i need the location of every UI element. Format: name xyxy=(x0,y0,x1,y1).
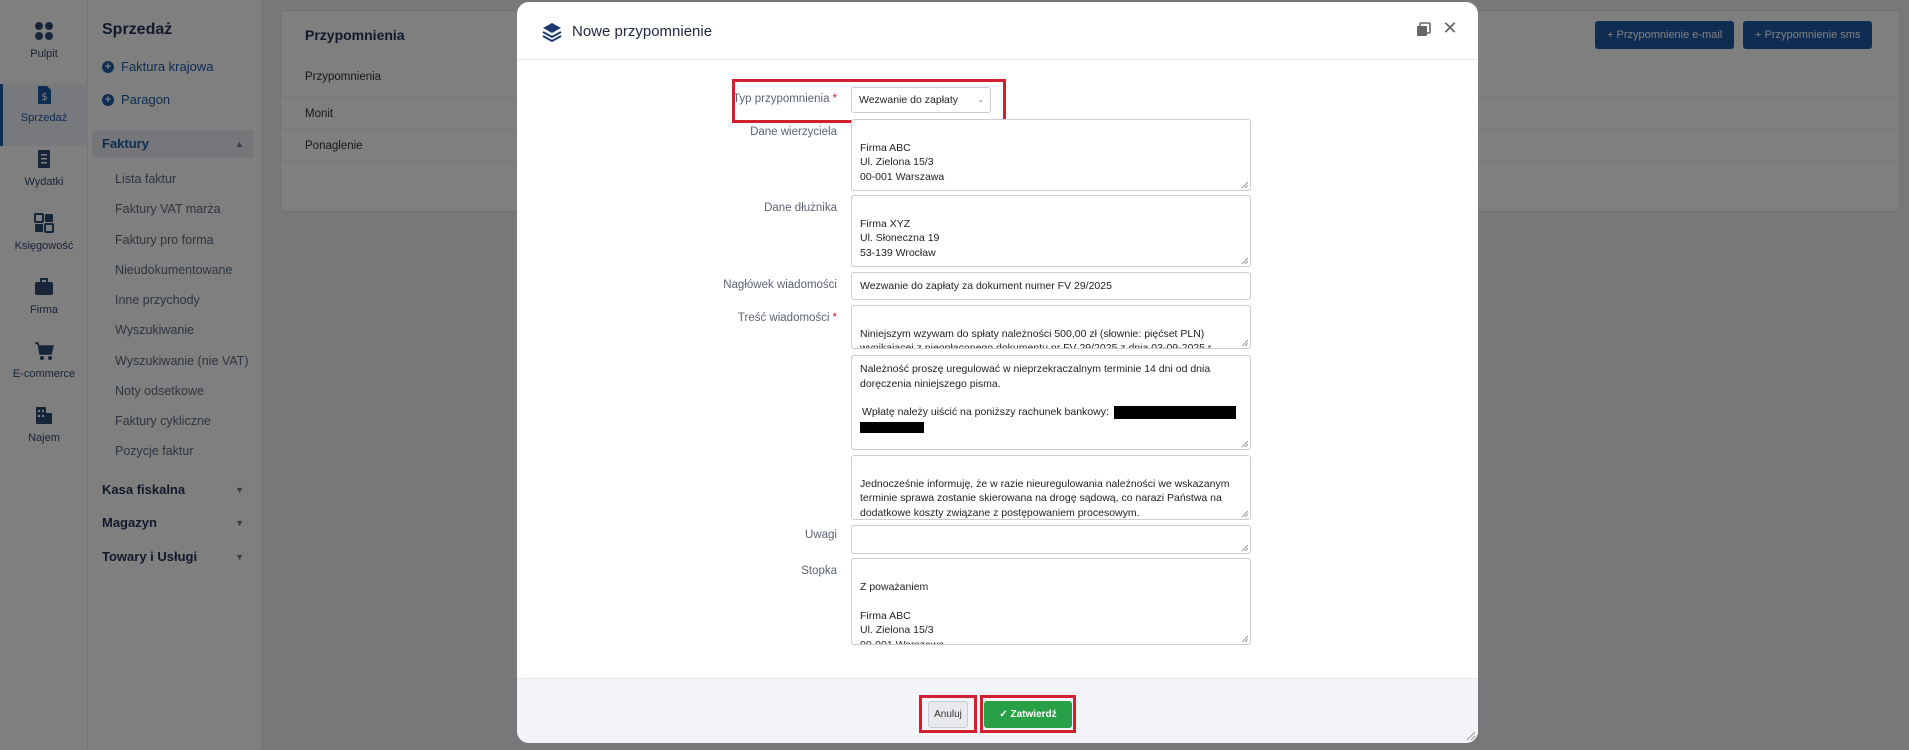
dialog-title: Nowe przypomnienie xyxy=(572,23,713,40)
textarea-value: Niniejszym wzywam do spłaty należności 5… xyxy=(860,327,1214,349)
check-icon: ✓ xyxy=(999,709,1008,720)
reminder-type-select[interactable]: Wezwanie do zapłaty ⌄ xyxy=(851,87,991,113)
confirm-button[interactable]: ✓ Zatwierdź xyxy=(984,701,1072,728)
resize-grip-icon[interactable] xyxy=(1241,339,1249,347)
resize-grip-icon[interactable] xyxy=(1241,257,1249,265)
new-reminder-dialog: Nowe przypomnienie ✕ Typ przypomnienia * … xyxy=(517,2,1478,743)
message-body-label: Treść wiadomości * xyxy=(637,312,837,324)
notes-label: Uwagi xyxy=(805,529,837,541)
required-marker: * xyxy=(832,312,837,324)
textarea-value: Firma ABC Ul. Zielona 15/3 00-001 Warsza… xyxy=(860,141,945,183)
bank-account-text: Wpłatę należy uiścić na poniższy rachune… xyxy=(862,406,1109,418)
creditor-label: Dane wierzyciela xyxy=(750,126,837,138)
resize-grip-icon[interactable] xyxy=(1241,635,1249,643)
debtor-label: Dane dłużnika xyxy=(764,202,837,214)
resize-grip-icon[interactable] xyxy=(1241,510,1249,518)
footer-text-textarea[interactable]: Z poważaniem Firma ABC Ul. Zielona 15/3 … xyxy=(851,558,1251,645)
redacted-bank-account xyxy=(1113,405,1236,419)
cancel-button[interactable]: Anuluj xyxy=(928,701,968,728)
dialog-header: Nowe przypomnienie ✕ xyxy=(517,2,1478,60)
textarea-value: Z poważaniem Firma ABC Ul. Zielona 15/3 … xyxy=(860,580,945,645)
label-text: Typ przypomnienia xyxy=(732,93,830,105)
confirm-label: Zatwierdź xyxy=(1010,709,1057,720)
resize-grip-icon[interactable] xyxy=(1241,544,1249,552)
dialog-resize-grip-icon[interactable] xyxy=(1466,731,1476,741)
resize-grip-icon[interactable] xyxy=(1241,440,1249,448)
copy-window-icon[interactable] xyxy=(1416,22,1432,38)
message-body-textarea-3[interactable]: Jednocześnie informuję, że w razie nieur… xyxy=(851,455,1251,520)
notes-textarea[interactable] xyxy=(851,525,1251,554)
dialog-footer: Anuluj ✓ Zatwierdź xyxy=(517,678,1478,743)
textarea-value: Jednocześnie informuję, że w razie nieur… xyxy=(860,477,1230,519)
bank-account-line: Wpłatę należy uiścić na poniższy rachune… xyxy=(860,405,1242,420)
close-icon[interactable]: ✕ xyxy=(1441,19,1459,37)
creditor-textarea[interactable]: Firma ABC Ul. Zielona 15/3 00-001 Warsza… xyxy=(851,119,1251,191)
resize-grip-icon[interactable] xyxy=(1241,181,1249,189)
textarea-value: Firma XYZ Ul. Słoneczna 19 53-139 Wrocła… xyxy=(860,217,940,259)
message-header-input[interactable]: Wezwanie do zapłaty za dokument numer FV… xyxy=(851,272,1251,300)
reminder-type-label: Typ przypomnienia * xyxy=(637,93,837,105)
footer-text-label: Stopka xyxy=(801,565,837,577)
layers-logo-icon xyxy=(542,23,562,43)
message-body-textarea-1[interactable]: Niniejszym wzywam do spłaty należności 5… xyxy=(851,305,1251,349)
debtor-textarea[interactable]: Firma XYZ Ul. Słoneczna 19 53-139 Wrocła… xyxy=(851,195,1251,267)
textarea-paragraph: Należność proszę uregulować w nieprzekra… xyxy=(860,363,1211,390)
label-text: Treść wiadomości xyxy=(737,312,830,324)
required-marker: * xyxy=(832,93,837,105)
select-value: Wezwanie do zapłaty xyxy=(859,94,959,106)
message-body-textarea-2[interactable]: Należność proszę uregulować w nieprzekra… xyxy=(851,355,1251,450)
redacted-bank-account-continued xyxy=(860,422,924,434)
message-header-label: Nagłówek wiadomości xyxy=(723,279,837,291)
chevron-down-icon: ⌄ xyxy=(977,95,984,104)
